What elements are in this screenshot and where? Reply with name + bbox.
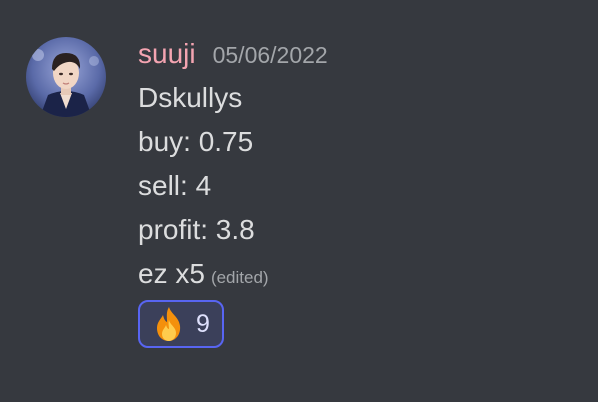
- message-line: Dskullys: [138, 82, 243, 113]
- chat-message: suuji 05/06/2022 Dskullys buy: 0.75 sell…: [0, 0, 598, 402]
- timestamp: 05/06/2022: [212, 42, 328, 68]
- avatar-image: [26, 37, 106, 117]
- reaction-button[interactable]: 9: [138, 300, 224, 348]
- reaction-count: 9: [196, 310, 210, 338]
- fire-icon: [157, 307, 181, 341]
- edited-label: (edited): [210, 268, 269, 287]
- message-line-last: ez x5 (edited): [138, 254, 269, 298]
- message-header: suuji 05/06/2022: [138, 34, 328, 74]
- message-text: ez x5: [138, 258, 205, 289]
- message-line: sell: 4: [138, 170, 212, 201]
- message-line: buy: 0.75: [138, 126, 254, 157]
- username[interactable]: suuji: [138, 34, 196, 74]
- message-line: profit: 3.8: [138, 214, 255, 245]
- avatar[interactable]: [26, 37, 106, 117]
